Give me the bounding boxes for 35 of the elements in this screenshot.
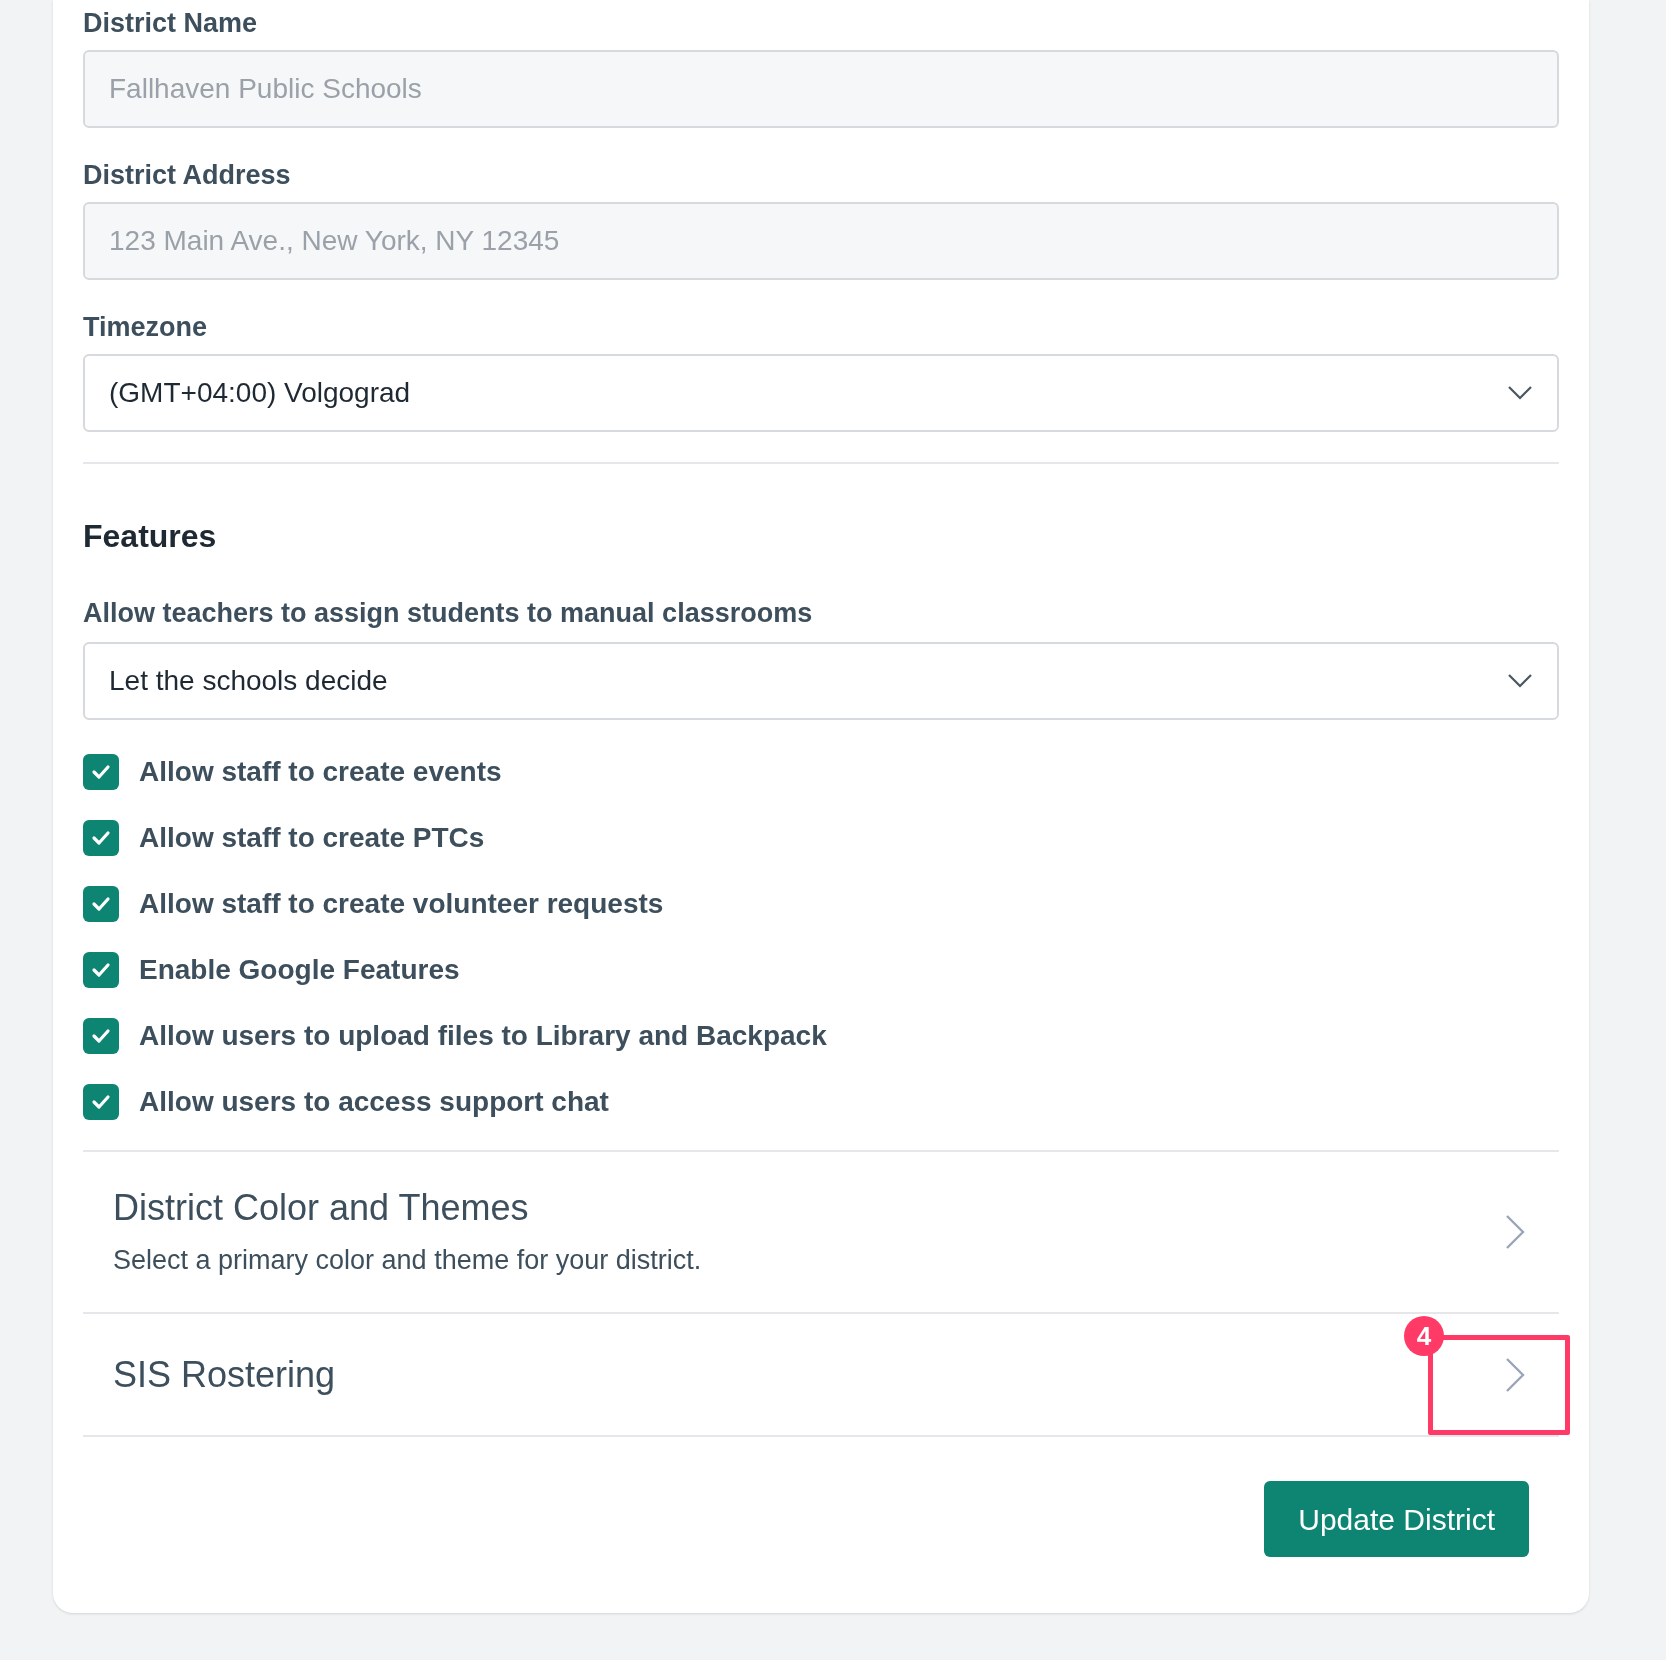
chevron-down-icon [1507, 385, 1533, 401]
chevron-right-icon [1505, 1356, 1525, 1393]
field-label: District Name [83, 7, 259, 40]
checkbox-label: Allow users to upload files to Library and Backpack [139, 1019, 827, 1053]
section-title: District Color and Themes [113, 1185, 530, 1230]
section-heading: Features [83, 517, 218, 556]
chevron-down-icon [1507, 673, 1533, 689]
check-icon [91, 764, 111, 780]
checkbox[interactable] [83, 820, 119, 856]
check-icon [91, 896, 111, 912]
check-icon [91, 962, 111, 978]
checkbox-label: Allow staff to create PTCs [139, 821, 485, 855]
checkbox[interactable] [83, 886, 119, 922]
check-icon [91, 830, 111, 846]
section-link[interactable]: SIS Rostering [113, 1350, 336, 1399]
classroom-select[interactable]: Let the schools decide [83, 642, 1559, 720]
checkbox[interactable] [83, 1084, 119, 1120]
check-icon [91, 1028, 111, 1044]
field-label: Timezone [83, 311, 209, 344]
checkbox[interactable] [83, 952, 119, 988]
update-district-button[interactable]: Update District [1264, 1481, 1529, 1557]
field-label: Allow teachers to assign students to manual classrooms [83, 597, 814, 630]
annotation-badge: 4 [1404, 1316, 1444, 1356]
check-icon [91, 1094, 111, 1110]
chevron-right-icon [1505, 1214, 1525, 1250]
section-link[interactable]: District Color and Themes Select a primary color and theme for your district. [113, 1183, 702, 1281]
field-label: District Address [83, 159, 292, 192]
section-subtitle: Select a primary color and theme for your district. [113, 1243, 702, 1277]
checkbox-label: Allow staff to create volunteer requests [139, 887, 664, 921]
timezone-select[interactable]: (GMT+04:00) Volgograd [83, 354, 1559, 432]
checkbox-label: Allow staff to create events [139, 755, 502, 789]
checkbox[interactable] [83, 1018, 119, 1054]
checkbox-label: Allow users to access support chat [139, 1085, 609, 1119]
checkbox[interactable] [83, 754, 119, 790]
checkbox-label: Enable Google Features [139, 953, 460, 987]
